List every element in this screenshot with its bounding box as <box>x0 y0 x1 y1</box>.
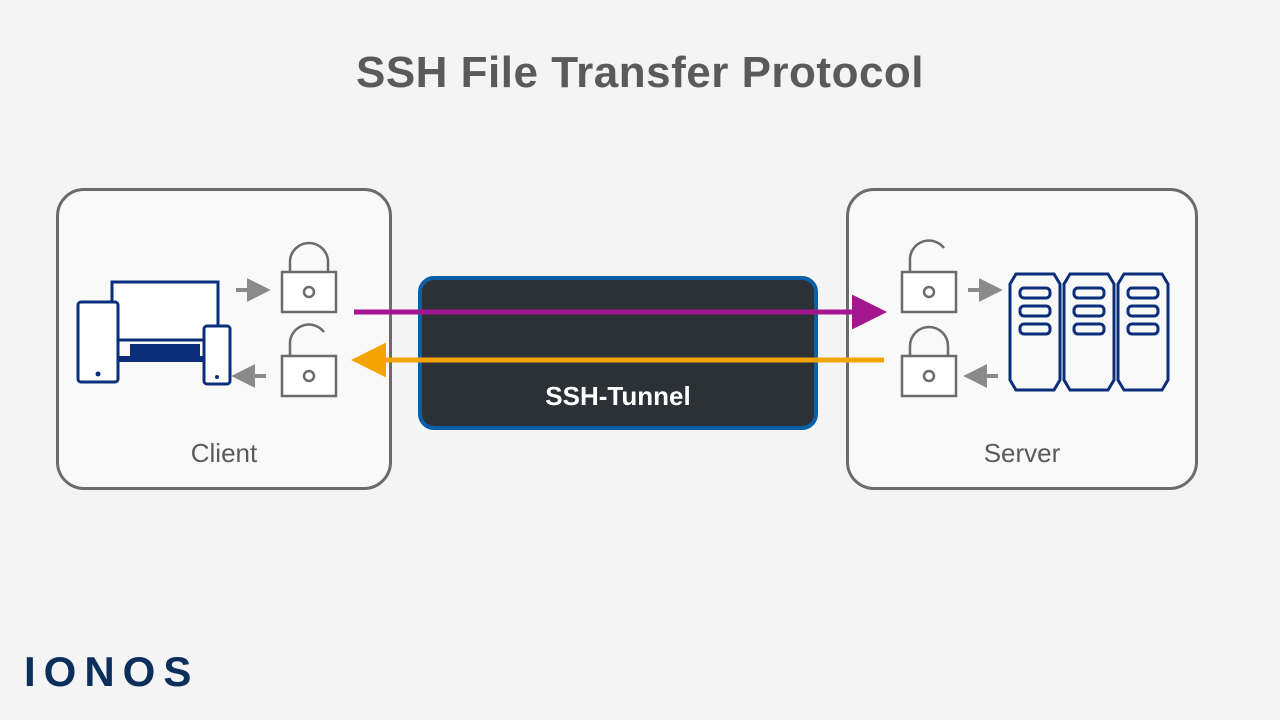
brand-logo: IONOS <box>24 648 199 696</box>
ssh-tunnel-label: SSH-Tunnel <box>545 381 690 412</box>
diagram-container: Client Server SSH-Tunnel <box>0 180 1280 520</box>
ssh-tunnel-box: SSH-Tunnel <box>418 276 818 430</box>
client-label: Client <box>59 438 389 469</box>
server-label: Server <box>849 438 1195 469</box>
client-box: Client <box>56 188 392 490</box>
server-box: Server <box>846 188 1198 490</box>
page-title: SSH File Transfer Protocol <box>0 48 1280 98</box>
